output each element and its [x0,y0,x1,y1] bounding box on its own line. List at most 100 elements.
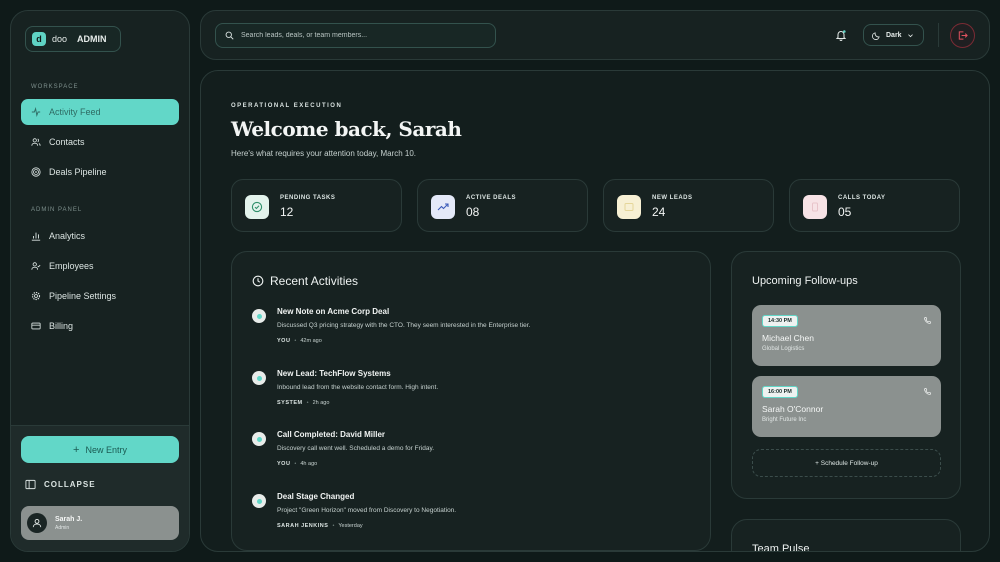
activity-title: Deal Stage Changed [277,492,355,501]
collapse-label: COLLAPSE [44,480,96,489]
activity-meta: YOU • 4h ago [277,461,318,467]
activity-icon [31,107,41,117]
sidebar-item-label: Analytics [49,231,86,241]
check-circle-icon [251,201,263,213]
user-profile-card[interactable]: Sarah J. Admin [21,506,179,540]
theme-label: Dark [886,31,902,39]
sidebar-footer: + New Entry COLLAPSE Sarah J. Admin [11,425,189,551]
sidebar-item-label: Deals Pipeline [49,167,107,177]
followups-title: Upcoming Follow-ups [752,275,858,287]
user-icon [32,518,42,528]
search-icon [225,31,234,40]
activity-time: Yesterday [338,523,363,529]
logout-icon [958,31,968,40]
activity-author: YOU [277,338,291,344]
activity-description: Project "Green Horizon" moved from Disco… [277,507,457,514]
logout-button[interactable] [950,23,975,48]
stat-value: 08 [466,205,480,219]
stat-label: ACTIVE DEALS [466,195,517,201]
sidebar-item-label: Employees [49,261,94,271]
stat-icon-box [431,195,455,219]
sidebar-collapse-icon [25,479,36,490]
phone-icon [812,202,818,212]
followup-company: Bright Future Inc [762,417,807,423]
activity-author: SYSTEM [277,400,303,406]
activity-meta: SYSTEM • 2h ago [277,400,330,406]
divider [938,23,939,47]
team-pulse-card: Team Pulse [731,519,961,551]
followup-item[interactable]: 16:00 PM Sarah O'Connor Bright Future In… [752,376,941,437]
activity-title: New Note on Acme Corp Deal [277,307,390,316]
schedule-followup-button[interactable]: + Schedule Follow-up [752,449,941,477]
stat-card-pending-tasks[interactable]: PENDING TASKS 12 [231,179,402,232]
phone-call-icon[interactable] [923,316,932,325]
credit-card-icon [31,322,41,330]
chevron-down-icon [907,33,913,37]
sidebar-item-contacts[interactable]: Contacts [21,129,179,155]
page-title: Welcome back, Sarah [231,117,462,141]
recent-activities-title: Recent Activities [270,274,359,288]
followup-name: Michael Chen [762,333,814,343]
sidebar-item-label: Pipeline Settings [49,291,117,301]
sidebar-item-deals-pipeline[interactable]: Deals Pipeline [21,159,179,185]
users-icon [31,138,41,146]
user-name: Sarah J. [55,515,83,523]
activity-title: Call Completed: David Miller [277,430,386,439]
brand-role: ADMIN [77,34,107,44]
new-entry-label: New Entry [85,444,127,455]
inbox-icon [624,203,634,211]
sidebar-item-billing[interactable]: Billing [21,313,179,339]
search-box[interactable] [215,23,496,48]
followup-name: Sarah O'Connor [762,404,824,414]
page-subtitle: Here's what requires your attention toda… [231,149,417,158]
user-role: Admin [55,524,70,531]
stat-icon-box [617,195,641,219]
new-entry-button[interactable]: + New Entry [21,436,179,463]
notifications-button[interactable] [835,28,847,46]
stat-value: 24 [652,205,666,219]
activity-author: YOU [277,461,291,467]
sidebar-item-activity-feed[interactable]: Activity Feed [21,99,179,125]
stat-icon-box [803,195,827,219]
stat-label: NEW LEADS [652,195,693,201]
sidebar-item-label: Activity Feed [49,107,101,117]
top-bar: Dark [200,10,990,60]
activity-time: 2h ago [312,400,330,406]
phone-call-icon[interactable] [923,387,932,396]
plus-icon: + [73,443,80,456]
recent-activities-card: Recent Activities New Note on Acme Corp … [231,251,711,551]
gear-icon [31,291,41,301]
clock-icon [252,275,264,287]
stat-card-new-leads[interactable]: NEW LEADS 24 [603,179,774,232]
timeline-dot [252,371,266,385]
theme-toggle-dropdown[interactable]: Dark [863,24,924,46]
activity-description: Inbound lead from the website contact fo… [277,384,439,391]
sidebar-item-pipeline-settings[interactable]: Pipeline Settings [21,283,179,309]
sidebar: d doo ADMIN WORKSPACE Activity Feed Cont… [10,10,190,552]
stat-card-calls-today[interactable]: CALLS TODAY 05 [789,179,960,232]
workspace-section-label: WORKSPACE [31,84,79,90]
trend-up-icon [437,203,449,211]
stat-value: 12 [280,205,294,219]
page-eyebrow: OPERATIONAL EXECUTION [231,103,343,109]
avatar [27,513,47,533]
collapse-button[interactable]: COLLAPSE [25,479,96,490]
target-icon [31,167,41,177]
brand-badge[interactable]: d doo ADMIN [25,26,121,52]
followups-card: Upcoming Follow-ups 14:30 PM Michael Che… [731,251,961,499]
stat-card-active-deals[interactable]: ACTIVE DEALS 08 [417,179,588,232]
admin-section-label: ADMIN PANEL [31,207,83,213]
search-input[interactable] [241,32,481,39]
bar-chart-icon [31,232,41,241]
timeline-dot [252,494,266,508]
activity-description: Discussed Q3 pricing strategy with the C… [277,322,531,329]
sidebar-item-employees[interactable]: Employees [21,253,179,279]
user-check-icon [31,262,41,270]
sidebar-item-label: Billing [49,321,74,331]
timeline-dot [252,432,266,446]
activity-meta: YOU • 42m ago [277,338,322,344]
sidebar-item-analytics[interactable]: Analytics [21,223,179,249]
followup-item[interactable]: 14:30 PM Michael Chen Global Logistics [752,305,941,366]
followup-time-badge: 14:30 PM [762,315,798,327]
stat-icon-box [245,195,269,219]
